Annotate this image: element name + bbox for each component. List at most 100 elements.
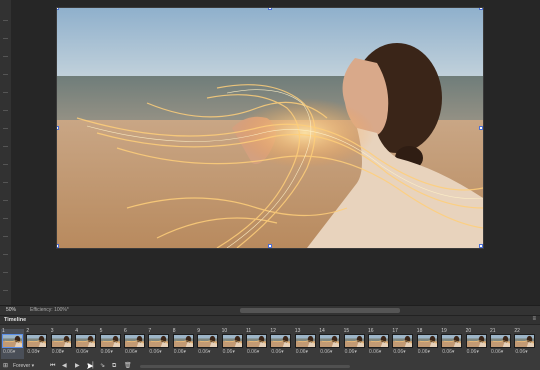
delete-frame-icon[interactable]: 🗑 — [124, 362, 132, 370]
frame-thumbnail[interactable] — [148, 334, 170, 348]
frame-thumbnail[interactable] — [368, 334, 389, 348]
frame-delay-select[interactable]: 0.06▾ — [3, 350, 15, 355]
timeline-frame[interactable]: 8 0.06▾ — [172, 329, 195, 359]
frame-thumbnail[interactable] — [490, 334, 511, 348]
frame-thumbnail[interactable] — [294, 334, 316, 348]
frame-thumbnail[interactable] — [26, 334, 48, 348]
transform-handle-mr[interactable] — [479, 126, 483, 130]
frame-thumbnail[interactable] — [2, 334, 23, 348]
tool-marker — [3, 38, 8, 39]
tool-marker — [3, 56, 8, 57]
frame-delay-select[interactable]: 0.06▾ — [198, 350, 210, 355]
frame-delay-select[interactable]: 0.06▾ — [101, 350, 113, 355]
frame-thumbnail[interactable] — [343, 334, 365, 348]
prev-frame-icon[interactable]: ◀ — [62, 362, 67, 370]
play-icon[interactable]: ▶ — [75, 362, 80, 370]
horizontal-scrollbar[interactable] — [240, 308, 400, 313]
document-canvas[interactable] — [56, 7, 484, 249]
transform-handle-ml[interactable] — [57, 126, 59, 130]
frame-delay-select[interactable]: 0.06▾ — [515, 350, 527, 355]
frame-thumbnail[interactable] — [465, 334, 487, 348]
timeline-header: Timeline ≡ — [0, 316, 540, 325]
frame-delay-select[interactable]: 0.06▾ — [247, 350, 259, 355]
timeline-frame[interactable]: 3 0.08▾ — [50, 329, 73, 359]
transform-handle-bl[interactable] — [57, 244, 59, 248]
frame-delay-select[interactable]: 0.06▾ — [149, 350, 161, 355]
tool-marker — [3, 74, 8, 75]
timeline-frame[interactable]: 4 0.06▾ — [74, 329, 97, 359]
frame-thumbnail[interactable] — [392, 334, 414, 348]
timeline-frame[interactable]: 17 0.06▾ — [391, 329, 414, 359]
frame-delay-select[interactable]: 0.06▾ — [223, 350, 235, 355]
frame-thumbnail[interactable] — [50, 334, 72, 348]
frame-delay-select[interactable]: 0.06▾ — [491, 350, 503, 355]
frame-delay-select[interactable]: 0.06▾ — [345, 350, 357, 355]
timeline-frame[interactable]: 20 0.06▾ — [465, 329, 488, 359]
frame-thumbnail[interactable] — [221, 334, 243, 348]
frame-delay-select[interactable]: 0.06▾ — [467, 350, 479, 355]
beach-portrait-image — [57, 8, 483, 248]
first-frame-icon[interactable]: ⏮ — [50, 362, 55, 370]
frame-delay-select[interactable]: 0.06▾ — [442, 350, 454, 355]
timeline-frame[interactable]: 1 0.06▾ — [1, 329, 24, 359]
frame-delay-select[interactable]: 0.08▾ — [27, 350, 39, 355]
timeline-frame[interactable]: 7 0.06▾ — [147, 329, 170, 359]
timeline-scrollbar[interactable] — [140, 365, 350, 368]
frame-delay-select[interactable]: 0.06▾ — [369, 350, 381, 355]
timeline-frame[interactable]: 5 0.06▾ — [99, 329, 122, 359]
transform-handle-br[interactable] — [479, 244, 483, 248]
frame-delay-select[interactable]: 0.06▾ — [76, 350, 88, 355]
frame-thumbnail[interactable] — [99, 334, 121, 348]
timeline-frame[interactable]: 15 0.06▾ — [343, 329, 366, 359]
tool-marker — [3, 218, 8, 219]
frame-delay-select[interactable]: 0.06▾ — [296, 350, 308, 355]
frame-thumbnail[interactable] — [246, 334, 267, 348]
timeline-frame[interactable]: 11 0.06▾ — [245, 329, 268, 359]
tween-icon[interactable]: ⇘ — [100, 362, 105, 370]
transform-handle-bc[interactable] — [268, 244, 272, 248]
frame-delay-select[interactable]: 0.06▾ — [320, 350, 332, 355]
frame-thumbnail[interactable] — [319, 334, 341, 348]
tool-marker — [3, 236, 8, 237]
timeline-frame[interactable]: 10 0.06▾ — [221, 329, 244, 359]
frame-thumbnail[interactable] — [197, 334, 219, 348]
zoom-level[interactable]: 50% — [6, 306, 16, 315]
timeline-mode-icon[interactable]: ⊞ — [3, 362, 8, 370]
timeline-frame[interactable]: 21 0.06▾ — [489, 329, 512, 359]
frame-delay-select[interactable]: 0.06▾ — [125, 350, 137, 355]
hamburger-menu-icon[interactable]: ≡ — [532, 316, 536, 322]
timeline-frame[interactable]: 18 0.06▾ — [416, 329, 439, 359]
timeline-frame[interactable]: 13 0.06▾ — [294, 329, 317, 359]
timeline-frame[interactable]: 6 0.06▾ — [123, 329, 146, 359]
canvas-area[interactable] — [12, 0, 540, 305]
timeline-frame[interactable]: 14 0.06▾ — [318, 329, 341, 359]
duplicate-frame-icon[interactable]: ⧉ — [112, 362, 116, 370]
loop-options-select[interactable]: Forever ▾ — [13, 363, 34, 369]
frame-delay-select[interactable]: 0.06▾ — [418, 350, 430, 355]
status-bar: 50% Efficiency: 100%* — [0, 305, 540, 315]
frame-thumbnail[interactable] — [441, 334, 463, 348]
frame-thumbnail[interactable] — [172, 334, 194, 348]
transform-handle-tr[interactable] — [479, 8, 483, 10]
tools-panel-edge[interactable] — [0, 0, 12, 305]
frame-thumbnail[interactable] — [416, 334, 438, 348]
frame-thumbnail[interactable] — [75, 334, 97, 348]
timeline-frame[interactable]: 2 0.08▾ — [25, 329, 48, 359]
frame-thumbnail[interactable] — [514, 334, 536, 348]
frame-thumbnail[interactable] — [124, 334, 145, 348]
timeline-frame[interactable]: 19 0.06▾ — [440, 329, 463, 359]
transform-handle-tc[interactable] — [268, 8, 272, 10]
timeline-frame[interactable]: 22 0.06▾ — [513, 329, 536, 359]
efficiency-readout[interactable]: Efficiency: 100%* — [30, 306, 69, 315]
frame-delay-select[interactable]: 0.06▾ — [393, 350, 405, 355]
transform-handle-tl[interactable] — [57, 8, 59, 10]
frame-delay-select[interactable]: 0.06▾ — [271, 350, 283, 355]
timeline-panel: Timeline ≡ 1 0.06▾ 2 0.08▾ 3 0.08▾ 4 0.0… — [0, 315, 540, 370]
timeline-frame[interactable]: 16 0.06▾ — [367, 329, 390, 359]
timeline-frame[interactable]: 12 0.06▾ — [269, 329, 292, 359]
frame-thumbnail[interactable] — [270, 334, 292, 348]
frame-delay-select[interactable]: 0.08▾ — [52, 350, 64, 355]
frame-delay-select[interactable]: 0.06▾ — [174, 350, 186, 355]
timeline-title: Timeline — [4, 317, 27, 323]
timeline-frame[interactable]: 9 0.06▾ — [196, 329, 219, 359]
